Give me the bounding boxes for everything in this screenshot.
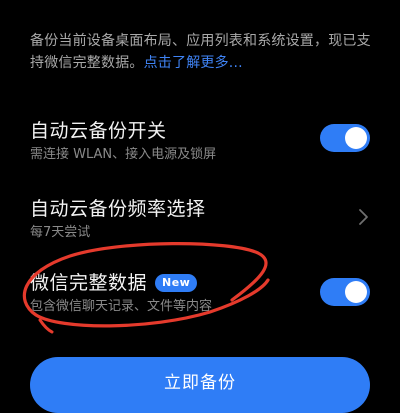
auto-backup-title: 自动云备份开关: [30, 120, 167, 142]
wechat-data-toggle[interactable]: [320, 278, 370, 306]
new-badge: New: [155, 274, 198, 292]
chevron-right-icon: [359, 209, 368, 225]
backup-now-button[interactable]: 立即备份: [30, 357, 370, 413]
wechat-data-row[interactable]: 微信完整数据 New 包含微信聊天记录、文件等内容: [30, 270, 370, 316]
backup-frequency-title: 自动云备份频率选择: [30, 198, 206, 220]
backup-frequency-row[interactable]: 自动云备份频率选择 每7天尝试: [30, 196, 370, 242]
backup-description: 备份当前设备桌面布局、应用列表和系统设置，现已支持微信完整数据。点击了解更多..…: [30, 30, 380, 74]
toggle-knob: [345, 281, 367, 303]
wechat-data-title: 微信完整数据: [30, 272, 148, 294]
wechat-data-title-line: 微信完整数据 New: [30, 270, 370, 296]
auto-backup-subtitle: 需连接 WLAN、接入电源及锁屏: [30, 147, 217, 162]
toggle-knob: [345, 127, 367, 149]
backup-frequency-subtitle: 每7天尝试: [30, 225, 91, 240]
auto-backup-toggle[interactable]: [320, 124, 370, 152]
auto-backup-row[interactable]: 自动云备份开关 需连接 WLAN、接入电源及锁屏: [30, 118, 370, 164]
learn-more-link[interactable]: 点击了解更多...: [144, 55, 243, 71]
wechat-data-subtitle: 包含微信聊天记录、文件等内容: [30, 299, 213, 314]
